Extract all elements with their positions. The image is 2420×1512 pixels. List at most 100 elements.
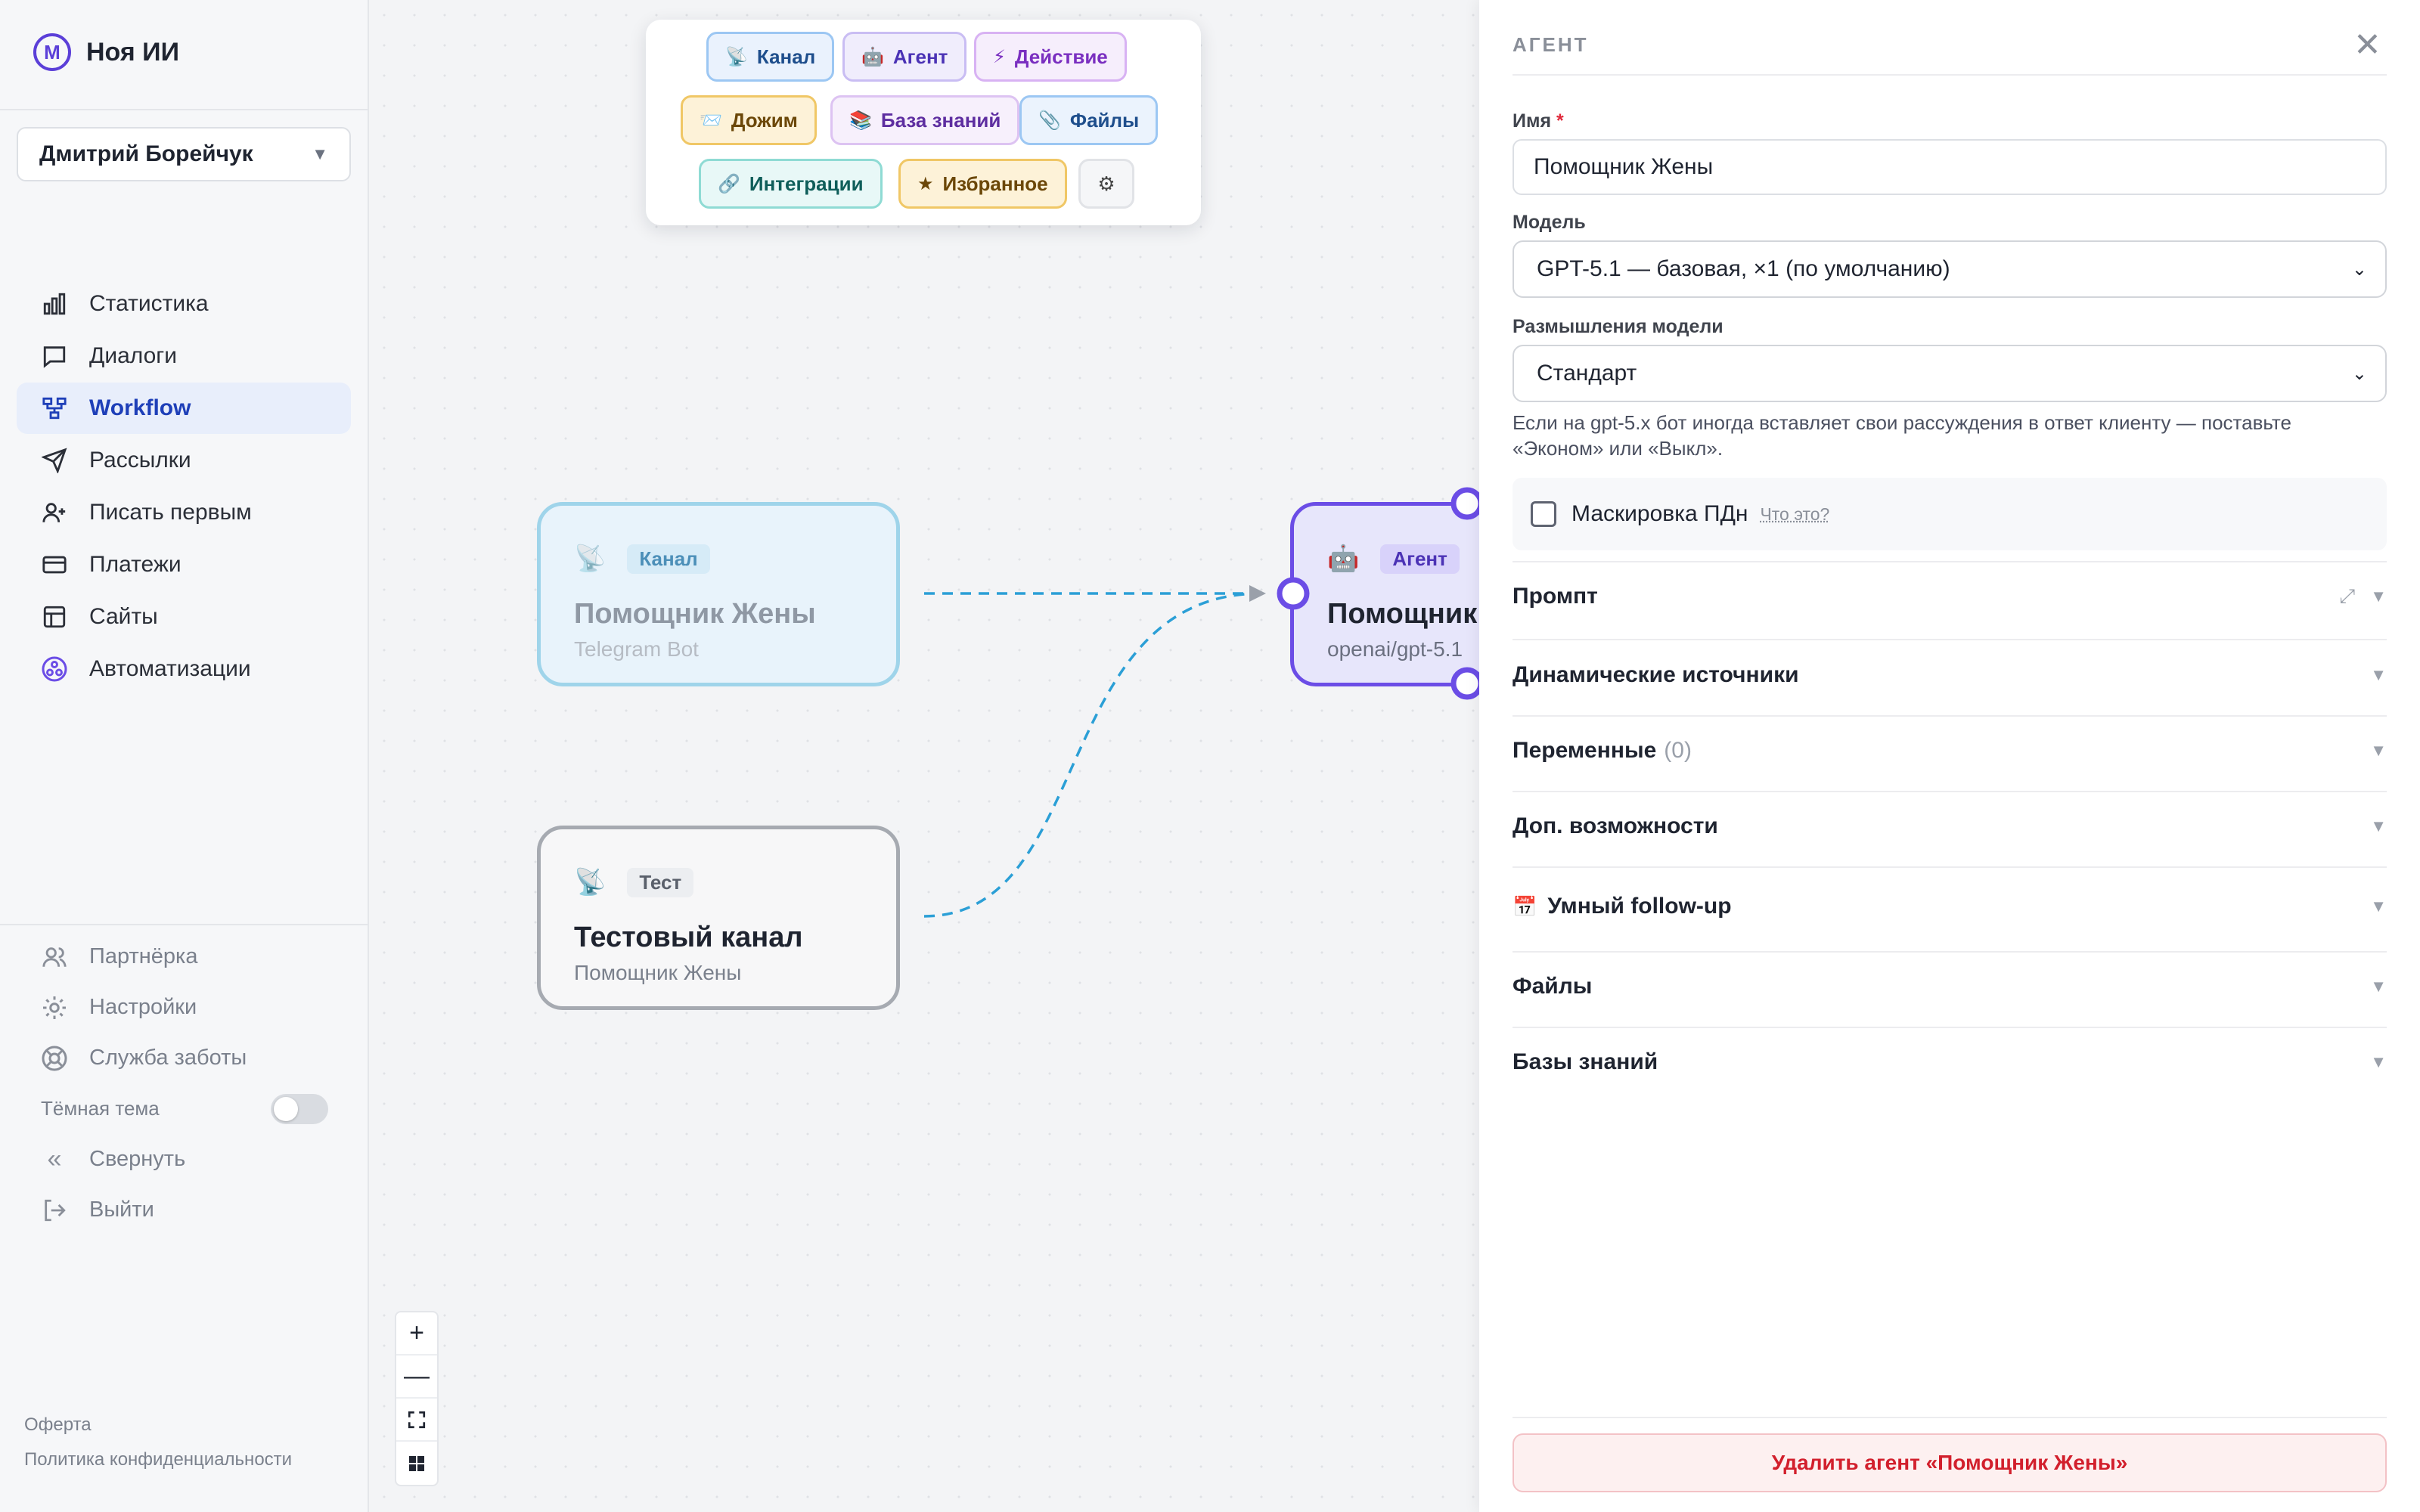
account-name: Дмитрий Борейчук bbox=[39, 141, 253, 166]
nav-item-statistics[interactable]: Статистика bbox=[17, 278, 351, 330]
model-label: Модель bbox=[1512, 212, 1586, 233]
calendar-icon: 📅 bbox=[1512, 894, 1537, 918]
node-agent[interactable]: 🤖 Агент Помощник openai/gpt-5.1 bbox=[1290, 502, 1479, 686]
node-subtitle: openai/gpt-5.1 bbox=[1327, 637, 1463, 661]
chip-label: Агент bbox=[892, 45, 948, 68]
expand-icon[interactable]: ⤢ bbox=[2339, 584, 2355, 609]
pdn-help-link[interactable]: Что это? bbox=[1760, 504, 1829, 525]
nav-item-write-first[interactable]: Писать первым bbox=[17, 487, 351, 538]
dark-theme-toggle[interactable] bbox=[271, 1093, 328, 1124]
satellite-icon: 📡 bbox=[574, 868, 607, 897]
chevrons-left-icon: « bbox=[47, 1145, 62, 1173]
delete-agent-button[interactable]: Удалить агент «Помощник Жены» bbox=[1512, 1433, 2387, 1492]
brand[interactable]: М Ноя ИИ bbox=[33, 33, 179, 71]
palette-settings-button[interactable]: ⚙ bbox=[1078, 159, 1134, 209]
send-icon bbox=[39, 445, 70, 476]
nav-label: Сайты bbox=[89, 604, 158, 629]
palette-integrations-button[interactable]: 🔗 Интеграции bbox=[699, 159, 883, 209]
books-icon: 📚 bbox=[849, 110, 872, 131]
nav-item-payments[interactable]: Платежи bbox=[17, 539, 351, 590]
palette-files-button[interactable]: 📎 Файлы bbox=[1019, 95, 1159, 145]
sidebar: М Ноя ИИ Дмитрий Борейчук ▼ Статистика Д… bbox=[0, 0, 369, 1512]
fit-view-button[interactable] bbox=[396, 1399, 437, 1442]
link-icon: 🔗 bbox=[718, 173, 740, 194]
node-test-channel[interactable]: 📡 Тест Тестовый канал Помощник Жены bbox=[537, 826, 900, 1010]
chip-label: База знаний bbox=[880, 108, 1001, 132]
fit-view-icon bbox=[408, 1411, 426, 1428]
section-smart-followup[interactable]: 📅 Умный follow-up ▼ bbox=[1512, 883, 2387, 930]
panel-header: АГЕНТ bbox=[1512, 33, 1589, 56]
panel-divider bbox=[1512, 791, 2387, 792]
palette-knowledge-button[interactable]: 📚 База знаний bbox=[830, 95, 1020, 145]
chevron-down-icon: ▼ bbox=[2370, 741, 2387, 760]
chevron-down-icon: ▼ bbox=[312, 144, 328, 163]
chip-label: Канал bbox=[756, 45, 816, 68]
section-title: Базы знаний bbox=[1512, 1049, 1658, 1074]
section-title: Динамические источники bbox=[1512, 662, 1799, 687]
chevron-down-icon: ▼ bbox=[2370, 897, 2387, 916]
star-icon: ★ bbox=[917, 173, 934, 194]
thinking-label: Размышления модели bbox=[1512, 316, 1723, 337]
node-palette: 📡 Канал 🤖 Агент ⚡ Действие 📨 Дожим 📚 База зна… bbox=[646, 20, 1201, 225]
node-subtitle: Помощник Жены bbox=[574, 961, 742, 984]
nav-label: Писать первым bbox=[89, 500, 252, 525]
dark-theme-row: Тёмная тема bbox=[17, 1083, 351, 1134]
gear-icon bbox=[39, 993, 70, 1023]
palette-followup-button[interactable]: 📨 Дожим bbox=[681, 95, 817, 145]
thinking-select[interactable]: Стандарт ⌄ bbox=[1512, 345, 2387, 402]
zoom-in-button[interactable]: + bbox=[396, 1312, 437, 1356]
panel-divider bbox=[1512, 74, 2387, 76]
node-tag: Агент bbox=[1380, 544, 1460, 574]
legal-links: Оферта Политика конфиденциальности bbox=[24, 1408, 292, 1477]
nav-item-collapse[interactable]: « Свернуть bbox=[17, 1134, 351, 1185]
offer-link[interactable]: Оферта bbox=[24, 1408, 292, 1442]
panel-divider bbox=[1512, 561, 2387, 562]
palette-channel-button[interactable]: 📡 Канал bbox=[706, 32, 835, 82]
chip-label: Файлы bbox=[1069, 108, 1140, 132]
nav-item-mailings[interactable]: Рассылки bbox=[17, 435, 351, 486]
nav-item-automations[interactable]: Автоматизации bbox=[17, 643, 351, 695]
section-files[interactable]: Файлы ▼ bbox=[1512, 963, 2387, 1010]
close-icon[interactable]: ✕ bbox=[2353, 26, 2381, 64]
chevron-down-icon: ⌄ bbox=[2351, 259, 2367, 280]
node-tag: Тест bbox=[627, 867, 694, 897]
edge-test-agent bbox=[923, 592, 1262, 918]
node-channel[interactable]: 📡 Канал Помощник Жены Telegram Bot bbox=[537, 502, 900, 686]
sidebar-divider bbox=[0, 109, 368, 110]
nav-label: Workflow bbox=[89, 395, 191, 420]
nav-item-settings[interactable]: Настройки bbox=[17, 982, 351, 1033]
main-nav: Статистика Диалоги Workflow Рассылки Пис… bbox=[17, 278, 351, 696]
workflow-canvas[interactable]: 📡 Канал 🤖 Агент ⚡ Действие 📨 Дожим 📚 База зна… bbox=[369, 0, 1479, 1512]
privacy-link[interactable]: Политика конфиденциальности bbox=[24, 1442, 292, 1477]
thinking-select-value: Стандарт bbox=[1537, 361, 1637, 386]
chevron-down-icon: ▼ bbox=[2370, 665, 2387, 684]
nav-item-dialogs[interactable]: Диалоги bbox=[17, 330, 351, 382]
palette-action-button[interactable]: ⚡ Действие bbox=[974, 32, 1127, 82]
model-select[interactable]: GPT-5.1 — базовая, ×1 (по умолчанию) ⌄ bbox=[1512, 240, 2387, 298]
palette-agent-button[interactable]: 🤖 Агент bbox=[842, 32, 967, 82]
palette-favorites-button[interactable]: ★ Избранное bbox=[898, 159, 1067, 209]
nav-label: Служба заботы bbox=[89, 1046, 247, 1070]
nav-item-partner[interactable]: Партнёрка bbox=[17, 931, 351, 982]
panel-divider bbox=[1512, 715, 2387, 717]
name-input[interactable]: Помощник Жены bbox=[1512, 139, 2387, 195]
section-extra-features[interactable]: Доп. возможности ▼ bbox=[1512, 803, 2387, 850]
satellite-icon: 📡 bbox=[574, 544, 607, 573]
section-variables[interactable]: Переменные (0) ▼ bbox=[1512, 727, 2387, 774]
nav-item-support[interactable]: Служба заботы bbox=[17, 1033, 351, 1083]
account-select[interactable]: Дмитрий Борейчук ▼ bbox=[17, 127, 351, 181]
panel-divider bbox=[1512, 866, 2387, 868]
nav-item-sites[interactable]: Сайты bbox=[17, 591, 351, 643]
nav-item-workflow[interactable]: Workflow bbox=[17, 383, 351, 434]
minimap-toggle-button[interactable] bbox=[396, 1442, 437, 1485]
section-prompt[interactable]: Промпт ⤢ ▼ bbox=[1512, 573, 2387, 620]
section-dynamic-sources[interactable]: Динамические источники ▼ bbox=[1512, 652, 2387, 699]
zoom-out-button[interactable]: — bbox=[396, 1356, 437, 1399]
nav-item-logout[interactable]: Выйти bbox=[17, 1185, 351, 1235]
pdn-masking-checkbox[interactable] bbox=[1531, 501, 1556, 527]
variables-count: (0) bbox=[1664, 738, 1692, 763]
nav-label: Статистика bbox=[89, 291, 209, 316]
chevron-down-icon: ▼ bbox=[2370, 1052, 2387, 1071]
section-knowledge-bases[interactable]: Базы знаний ▼ bbox=[1512, 1039, 2387, 1086]
node-title: Помощник Жены bbox=[574, 598, 816, 630]
